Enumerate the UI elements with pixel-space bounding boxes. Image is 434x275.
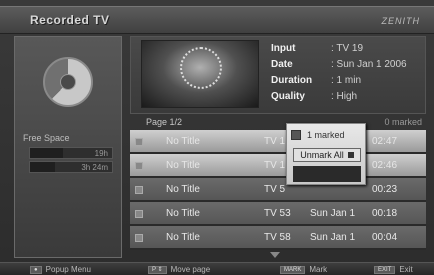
page-key-icon: P ⇕ [148,265,167,274]
mark-checkbox[interactable] [135,210,143,218]
free-space-value: 3h 24m [81,163,108,172]
title-bar: Recorded TV ZENITH [0,6,434,34]
footer-mark: MARK Mark [280,265,327,274]
item-duration: 00:18 [372,208,398,219]
brand-logo: ZENITH [381,16,420,26]
free-space-bar: 19h [29,147,113,159]
quality-label: Quality [271,91,305,102]
selection-indicator-icon [347,152,354,158]
popup-empty-slot [293,166,361,182]
list-item[interactable]: No Title TV 5 00:23 [130,178,426,202]
mark-checkbox[interactable] [135,234,143,242]
list-header: Page 1/2 0 marked [130,116,426,130]
recording-details: Input : TV 19 Date : Sun Jan 1 2006 Durati… [130,36,426,114]
move-page-label: Move page [170,265,211,274]
mark-label: Mark [309,265,328,274]
list-item[interactable]: No Title TV 58 Sun Jan 1 00:04 [130,226,426,250]
item-title: No Title [166,232,200,243]
free-space-bar: 3h 24m [29,161,113,173]
ok-key-icon: ● [30,265,42,274]
list-item[interactable]: No Title TV 53 Sun Jan 1 00:18 [130,202,426,226]
marked-count: 0 marked [384,117,422,127]
free-space-label: Free Space [23,133,70,143]
free-space-value: 19h [94,149,108,158]
footer-popup-menu: ● Popup Menu [30,265,91,274]
item-title: No Title [166,136,200,147]
exit-key-icon: EXIT [374,265,396,274]
item-date: Sun Jan 1 [310,208,356,219]
date-value: : Sun Jan 1 2006 [331,59,407,70]
mark-checkbox[interactable] [135,162,143,170]
item-duration: 00:23 [372,184,398,195]
duration-label: Duration [271,75,313,86]
item-channel: TV 58 [264,232,291,243]
page-title: Recorded TV [30,13,110,27]
quality-value: : High [331,91,358,102]
item-duration: 02:47 [372,136,398,147]
unmark-all-button[interactable]: Unmark All [293,148,361,162]
input-label: Input [271,43,296,54]
list-item[interactable]: No Title TV 1 02:47 [130,130,426,154]
scroll-down-icon[interactable] [270,252,280,258]
footer-move-page: P ⇕ Move page [148,265,210,274]
item-duration: 00:04 [372,232,398,243]
duration-value: : 1 min [331,75,362,86]
item-channel: TV 1 [264,136,286,147]
item-channel: TV 53 [264,208,291,219]
item-date: Sun Jan 1 [310,232,356,243]
list-item[interactable]: No Title TV 1 02:46 [130,154,426,178]
recording-meta: Input : TV 19 Date : Sun Jan 1 2006 Durati… [271,41,407,105]
disk-usage-icon [43,57,93,107]
item-title: No Title [166,208,200,219]
mark-popup-menu: 1 marked Unmark All [286,123,366,185]
page-indicator: Page 1/2 [146,117,183,127]
popup-menu-label: Popup Menu [45,265,91,274]
mark-key-icon: MARK [280,265,306,274]
item-channel: TV 1 [264,160,286,171]
popup-marked-count: 1 marked [291,128,345,142]
recording-thumbnail [141,40,259,108]
item-duration: 02:46 [372,160,398,171]
item-title: No Title [166,160,200,171]
mark-checkbox[interactable] [135,138,143,146]
mark-checkbox[interactable] [135,186,143,194]
input-value: : TV 19 [331,43,364,54]
marked-square-icon [291,130,301,140]
recording-list: No Title TV 1 02:47 No Title TV 1 02:46 … [130,130,426,250]
unmark-all-label: Unmark All [300,150,344,160]
date-label: Date [271,59,293,70]
exit-label: Exit [399,265,413,274]
footer-help-bar: ● Popup Menu P ⇕ Move page MARK Mark EXI… [0,262,434,275]
item-channel: TV 5 [264,184,286,195]
popup-marked-label: 1 marked [307,130,345,140]
recorded-tv-screen: Recorded TV ZENITH Free Space 19h 3h 24m… [0,0,434,275]
item-title: No Title [166,184,200,195]
footer-exit: EXIT Exit [374,265,413,274]
storage-panel: Free Space 19h 3h 24m [14,36,122,258]
